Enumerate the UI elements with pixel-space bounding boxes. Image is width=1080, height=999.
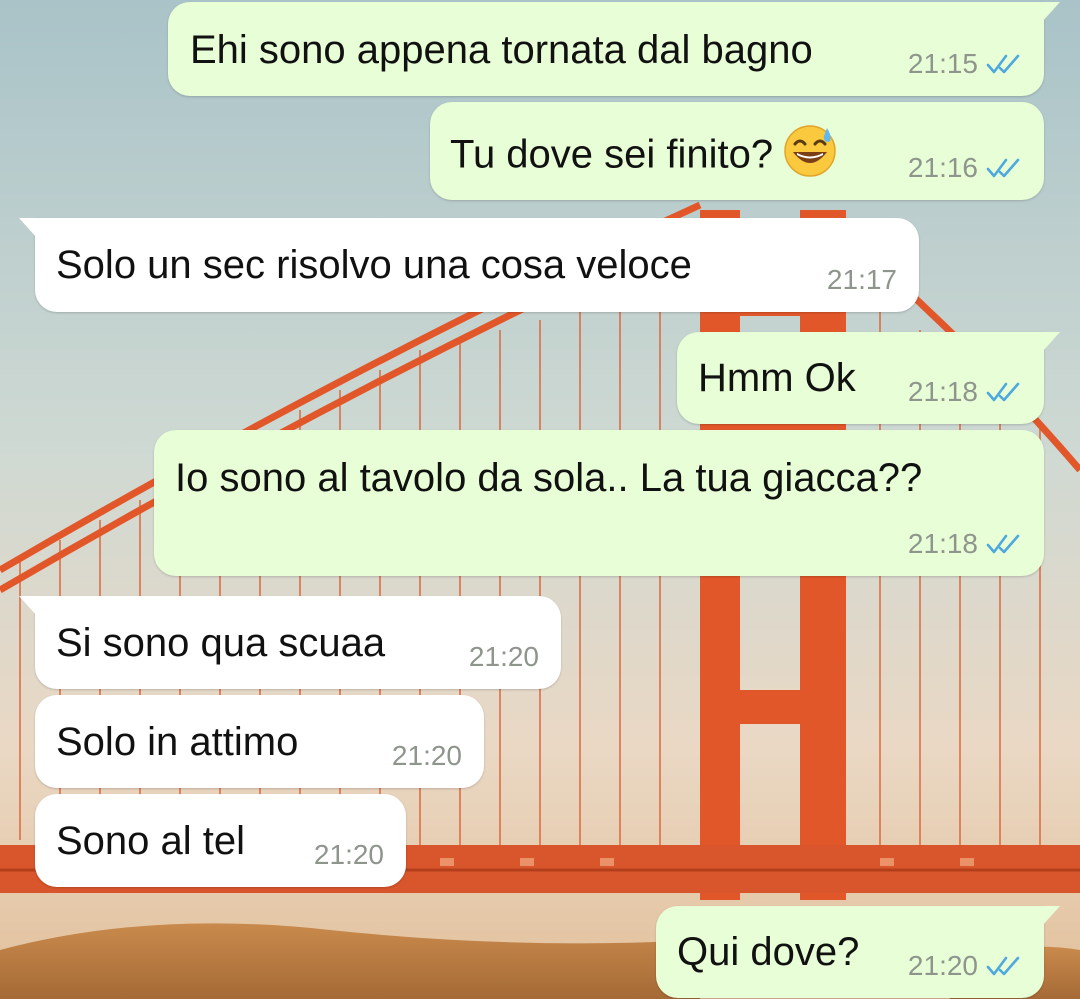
message-bubble-outgoing[interactable]: Qui dove? 21:20 bbox=[656, 906, 1060, 998]
message-bubble-outgoing[interactable]: Ehi sono appena tornata dal bagno 21:15 bbox=[168, 2, 1060, 96]
message-meta: 21:20 bbox=[392, 742, 462, 770]
message-bubble-incoming[interactable]: Si sono qua scuaa 21:20 bbox=[19, 596, 561, 689]
message-meta: 21:20 bbox=[469, 643, 539, 671]
message-text: Solo in attimo bbox=[56, 720, 299, 764]
message-text: Si sono qua scuaa bbox=[56, 621, 386, 665]
message-text: Io sono al tavolo da sola.. La tua giacc… bbox=[175, 456, 923, 500]
message-meta: 21:18 bbox=[908, 378, 1024, 406]
message-time: 21:17 bbox=[826, 264, 897, 295]
message-bubble-outgoing[interactable]: Tu dove sei finito? 21:16 bbox=[430, 102, 1044, 200]
bubble-tail bbox=[1042, 2, 1060, 22]
bubble-tail bbox=[19, 596, 37, 616]
message-time: 21:20 bbox=[313, 839, 384, 870]
read-double-check-icon bbox=[986, 54, 1020, 74]
message-time: 21:20 bbox=[468, 641, 539, 672]
grinning-sweat-emoji-icon bbox=[784, 125, 836, 177]
message-text: Hmm Ok bbox=[698, 356, 856, 400]
message-time: 21:18 bbox=[907, 376, 978, 407]
read-double-check-icon bbox=[986, 158, 1020, 178]
message-meta: 21:15 bbox=[908, 50, 1024, 78]
message-time: 21:20 bbox=[391, 740, 462, 771]
message-text: Solo un sec risolvo una cosa veloce bbox=[56, 243, 692, 287]
message-bubble-incoming[interactable]: Sono al tel 21:20 bbox=[35, 794, 406, 887]
message-bubble-incoming[interactable]: Solo un sec risolvo una cosa veloce 21:1… bbox=[19, 218, 919, 312]
read-double-check-icon bbox=[986, 382, 1020, 402]
message-time: 21:20 bbox=[907, 950, 978, 981]
message-text-content: Tu dove sei finito? bbox=[450, 132, 774, 177]
message-text: Qui dove? bbox=[677, 930, 860, 974]
message-bubble-incoming[interactable]: Solo in attimo 21:20 bbox=[35, 695, 484, 788]
bubble-tail bbox=[19, 218, 37, 238]
message-meta: 21:18 bbox=[908, 530, 1024, 558]
message-time: 21:18 bbox=[907, 528, 978, 559]
read-double-check-icon bbox=[986, 956, 1020, 976]
message-text: Tu dove sei finito? bbox=[450, 125, 837, 184]
message-bubble-outgoing[interactable]: Io sono al tavolo da sola.. La tua giacc… bbox=[154, 430, 1044, 576]
read-double-check-icon bbox=[986, 534, 1020, 554]
bubble-tail bbox=[1042, 332, 1060, 352]
message-meta: 21:20 bbox=[314, 841, 384, 869]
message-meta: 21:17 bbox=[827, 266, 897, 294]
message-bubble-outgoing[interactable]: Hmm Ok 21:18 bbox=[677, 332, 1060, 424]
message-time: 21:16 bbox=[907, 152, 978, 183]
message-meta: 21:16 bbox=[908, 154, 1024, 182]
message-time: 21:15 bbox=[907, 48, 978, 79]
message-text: Sono al tel bbox=[56, 819, 246, 863]
message-text: Ehi sono appena tornata dal bagno bbox=[190, 28, 813, 72]
message-meta: 21:20 bbox=[908, 952, 1024, 980]
bubble-tail bbox=[1042, 906, 1060, 926]
